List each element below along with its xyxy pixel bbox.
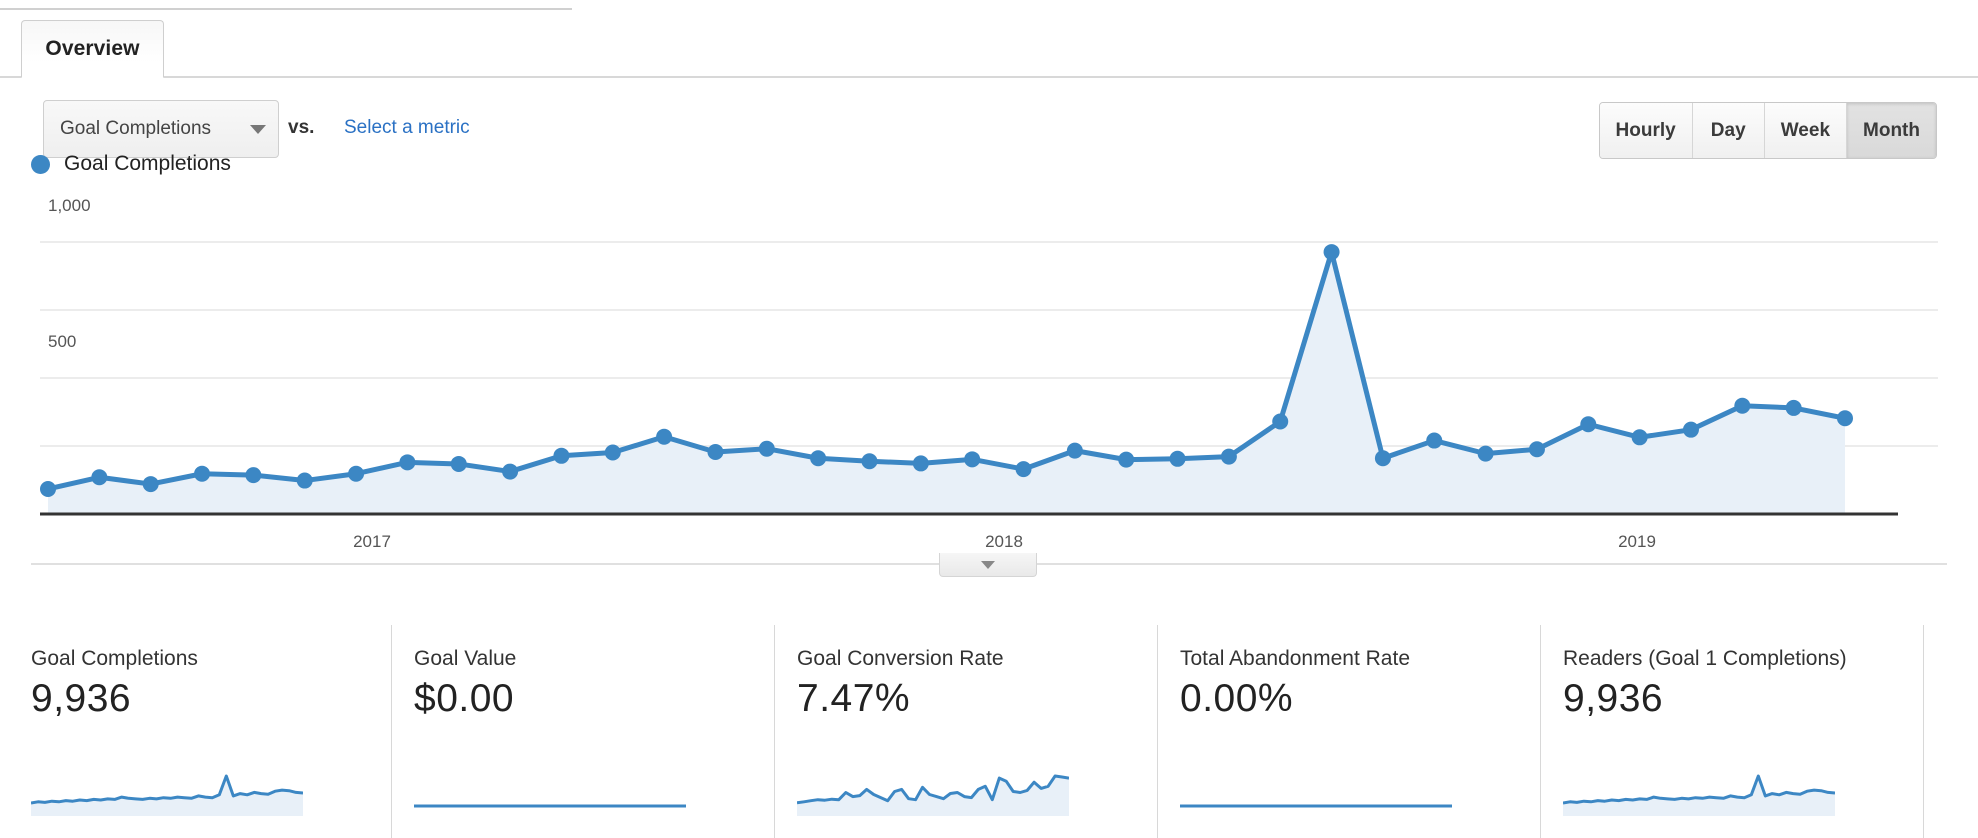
y-axis-label-1000: 1,000 <box>48 196 91 215</box>
metric-card-sparkline <box>31 774 303 816</box>
metric-card-value: 9,936 <box>31 677 132 720</box>
metric-card-title: Readers (Goal 1 Completions) <box>1563 647 1847 670</box>
metric-card[interactable]: Goal Conversion Rate 7.47% <box>775 625 1158 838</box>
granularity-segmented-control[interactable]: Hourly Day Week Month <box>1598 102 1937 159</box>
metric-card-title: Total Abandonment Rate <box>1180 647 1410 670</box>
x-axis-label-2017: 2017 <box>353 532 391 551</box>
metric-card-sparkline <box>1563 774 1835 816</box>
x-axis-label-2019: 2019 <box>1618 532 1656 551</box>
granularity-option-month[interactable]: Month <box>1847 103 1936 158</box>
metric-card[interactable]: Goal Completions 9,936 <box>0 625 392 838</box>
chart-collapse-handle[interactable] <box>939 553 1037 577</box>
chart-legend: Goal Completions <box>31 152 231 176</box>
metric-card-title: Goal Completions <box>31 647 198 670</box>
metric-card-sparkline <box>414 804 686 808</box>
metric-card-title: Goal Conversion Rate <box>797 647 1004 670</box>
granularity-option-hourly[interactable]: Hourly <box>1599 103 1693 158</box>
metric-card-title: Goal Value <box>414 647 517 670</box>
analytics-overview-page: Overview Goal Completions vs. Select a m… <box>0 0 1978 838</box>
granularity-option-week[interactable]: Week <box>1764 103 1848 158</box>
metric-card-sparkline <box>1180 804 1452 808</box>
x-axis-label-2018: 2018 <box>985 532 1023 551</box>
chevron-down-icon <box>250 124 266 134</box>
main-chart[interactable]: 1,000 500 2017 2018 2019 <box>0 190 1978 551</box>
metric-card[interactable]: Total Abandonment Rate 0.00% <box>1158 625 1541 838</box>
y-axis-label-500: 500 <box>48 332 77 351</box>
legend-color-dot <box>31 154 50 174</box>
legend-label: Goal Completions <box>64 152 231 175</box>
select-a-metric-link[interactable]: Select a metric <box>344 117 470 139</box>
vs-label: vs. <box>288 117 315 138</box>
metric-card-sparkline <box>797 774 1069 816</box>
metric-card-value: 9,936 <box>1563 677 1664 720</box>
metric-cards: Goal Completions 9,936 Goal Value $0.00 Goal… <box>0 625 1978 838</box>
metric-select[interactable]: Goal Completions <box>43 100 279 158</box>
tab-overview[interactable]: Overview <box>21 20 164 78</box>
granularity-option-day[interactable]: Day <box>1692 103 1765 158</box>
metric-card-value: 7.47% <box>797 677 911 720</box>
metric-card-value: 0.00% <box>1180 677 1294 720</box>
metric-card-value: $0.00 <box>414 677 515 720</box>
metric-card[interactable]: Goal Value $0.00 <box>392 625 775 838</box>
top-divider <box>0 8 572 10</box>
tab-overview-label: Overview <box>45 37 140 60</box>
main-chart-svg <box>40 241 1938 516</box>
tabstrip-divider <box>0 76 1978 78</box>
metric-select-value: Goal Completions <box>60 118 212 139</box>
chevron-down-icon <box>981 560 995 569</box>
metric-card[interactable]: Readers (Goal 1 Completions) 9,936 <box>1541 625 1924 838</box>
